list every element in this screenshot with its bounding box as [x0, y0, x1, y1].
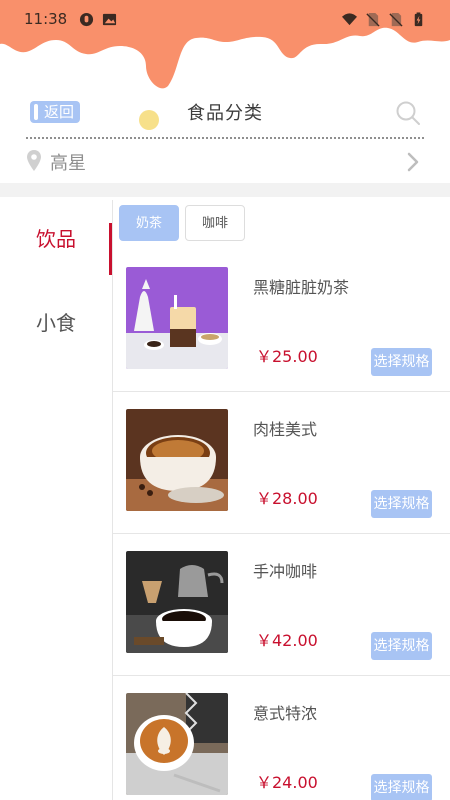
location-selector[interactable]: 高星 — [0, 145, 450, 179]
select-spec-button[interactable]: 选择规格 — [371, 490, 432, 518]
location-name: 高星 — [50, 153, 86, 174]
no-sim-icon — [389, 12, 403, 27]
product-image — [126, 267, 228, 369]
status-bar: 11:38 — [0, 0, 450, 38]
product-name: 手冲咖啡 — [253, 562, 318, 581]
product-price: ￥25.00 — [256, 347, 318, 366]
top-nav-bar: 返回 食品分类 — [0, 96, 450, 132]
product-item[interactable]: 黑糖脏脏奶茶 ￥25.00 选择规格 — [113, 250, 450, 392]
category-sidebar: 饮品 小食 — [0, 197, 112, 800]
product-price: ￥42.00 — [256, 631, 318, 650]
subtab-milk-tea[interactable]: 奶茶 — [119, 205, 180, 241]
select-spec-button[interactable]: 选择规格 — [371, 348, 432, 376]
category-item-drinks[interactable]: 饮品 — [0, 209, 112, 275]
pour-over-coffee-image — [126, 551, 228, 653]
product-image — [126, 409, 228, 511]
product-name: 黑糖脏脏奶茶 — [253, 278, 350, 297]
search-icon[interactable] — [395, 100, 421, 126]
page-title: 食品分类 — [187, 103, 263, 124]
dotted-divider — [26, 137, 424, 139]
product-item[interactable]: 手冲咖啡 ￥42.00 选择规格 — [113, 534, 450, 676]
image-icon — [103, 13, 117, 25]
product-price: ￥24.00 — [256, 773, 318, 792]
status-time: 11:38 — [24, 10, 68, 28]
notification-icon — [80, 12, 94, 26]
subtab-coffee[interactable]: 咖啡 — [185, 205, 246, 241]
battery-charging-icon — [414, 11, 423, 26]
category-item-snacks[interactable]: 小食 — [0, 293, 112, 353]
location-pin-icon — [27, 150, 41, 171]
product-name: 意式特浓 — [253, 704, 318, 723]
product-list: 黑糖脏脏奶茶 ￥25.00 选择规格 肉桂美式 ￥28.00 选择规格 手冲咖啡… — [113, 250, 450, 800]
wifi-icon — [342, 12, 357, 25]
bubble-tea-image — [126, 267, 228, 369]
section-divider — [0, 183, 450, 197]
product-item[interactable]: 肉桂美式 ￥28.00 选择规格 — [113, 392, 450, 534]
product-item[interactable]: 意式特浓 ￥24.00 选择规格 — [113, 676, 450, 800]
category-label: 饮品 — [36, 227, 76, 251]
chevron-right-icon — [407, 152, 419, 172]
category-label: 小食 — [36, 311, 76, 335]
select-spec-button[interactable]: 选择规格 — [371, 632, 432, 660]
product-name: 肉桂美式 — [253, 420, 318, 439]
latte-art-image — [126, 693, 228, 795]
no-sim-icon — [366, 12, 380, 27]
product-image — [126, 551, 228, 653]
subcategory-tabs: 奶茶 咖啡 — [119, 205, 246, 241]
product-price: ￥28.00 — [256, 489, 318, 508]
product-image — [126, 693, 228, 795]
select-spec-button[interactable]: 选择规格 — [371, 774, 432, 800]
americano-image — [126, 409, 228, 511]
